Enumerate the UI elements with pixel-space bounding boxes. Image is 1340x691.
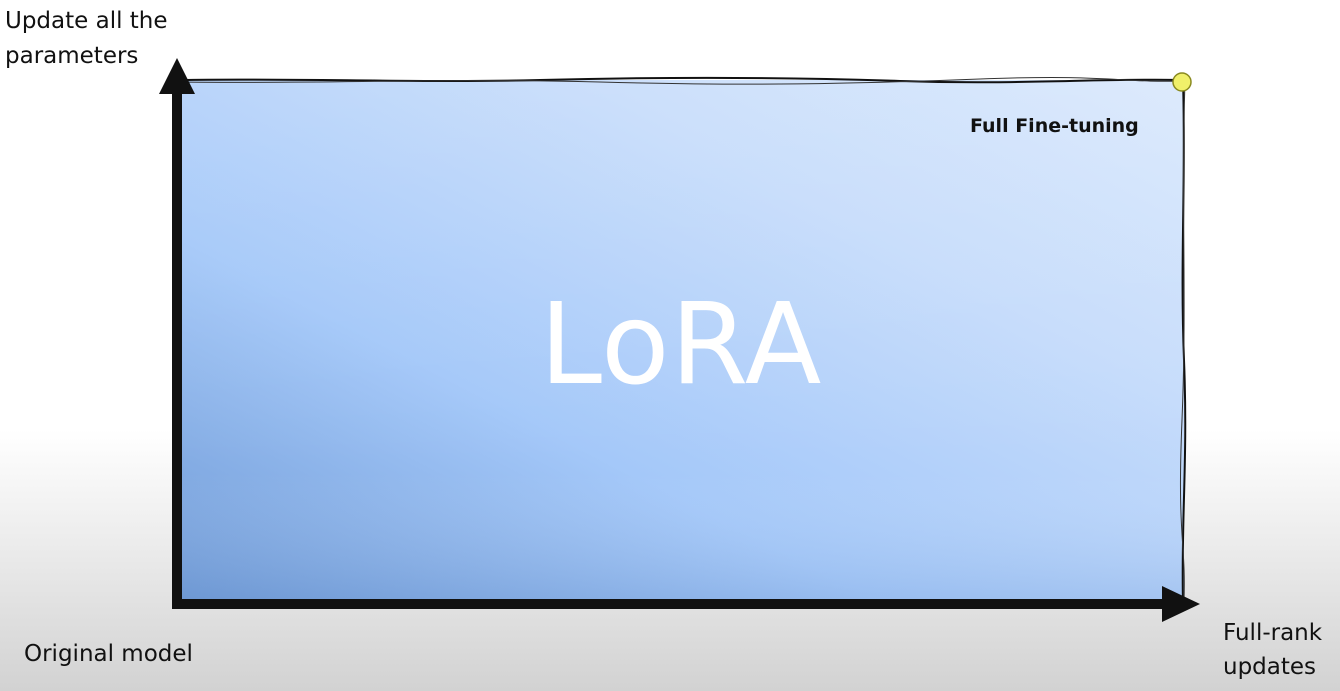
y-axis-label: Update all the parameters: [5, 8, 168, 69]
x-axis-label: Full-rank updates: [1223, 620, 1323, 680]
full-fine-tuning-label: Full Fine-tuning: [970, 115, 1139, 137]
origin-label: Original model: [24, 641, 193, 667]
lora-region-label: LoRA: [539, 280, 823, 410]
full-fine-tuning-point: [1172, 72, 1192, 92]
